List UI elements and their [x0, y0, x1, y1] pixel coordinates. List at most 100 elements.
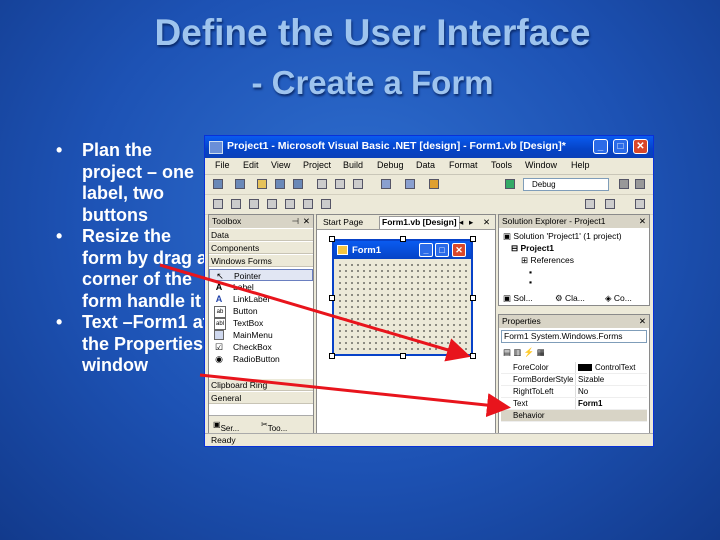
- resize-handle[interactable]: [329, 295, 335, 301]
- resize-handle[interactable]: [400, 236, 406, 242]
- checkbox-icon: ☑: [214, 342, 224, 352]
- toolbox-section-windows-forms[interactable]: Windows Forms: [209, 255, 313, 267]
- toolbar-overflow-icon[interactable]: [635, 199, 645, 209]
- form1-titlebar[interactable]: Form1 _ □ ✕: [334, 241, 471, 259]
- form-minimize-button[interactable]: _: [419, 243, 433, 257]
- undo-icon[interactable]: [381, 179, 391, 189]
- form1-client-area[interactable]: [337, 262, 468, 352]
- toolbox-section-general[interactable]: General: [209, 392, 313, 404]
- menu-data[interactable]: Data: [416, 160, 435, 170]
- tab-scroll-right-icon[interactable]: ▸: [469, 217, 473, 228]
- toolbox-item-pointer[interactable]: ↖ Pointer: [209, 269, 313, 281]
- tree-node-file[interactable]: ▪: [529, 277, 532, 287]
- minimize-button[interactable]: _: [593, 139, 608, 154]
- menu-tools[interactable]: Tools: [491, 160, 512, 170]
- property-row[interactable]: RightToLeft No: [501, 386, 647, 398]
- send-back-icon[interactable]: [605, 199, 615, 209]
- resize-handle[interactable]: [470, 236, 476, 242]
- same-size-icon[interactable]: [321, 199, 331, 209]
- redo-icon[interactable]: [405, 179, 415, 189]
- toolbox-section-clipboard[interactable]: Clipboard Ring: [209, 379, 313, 391]
- contents-tab[interactable]: ◈ Co...: [605, 293, 632, 304]
- tree-node-references[interactable]: ⊞ References: [521, 255, 574, 266]
- toolbox-item-label[interactable]: A Label: [209, 281, 313, 293]
- tree-node-solution[interactable]: ▣ Solution 'Project1' (1 project): [503, 231, 622, 242]
- tab-scroll-left-icon[interactable]: ◂: [459, 217, 463, 228]
- form1-window[interactable]: Form1 _ □ ✕: [332, 239, 473, 356]
- property-category[interactable]: Behavior: [501, 410, 647, 422]
- toolbox-item-button[interactable]: ab Button: [209, 305, 313, 318]
- toolbox-item-textbox[interactable]: abl TextBox: [209, 317, 313, 330]
- toolbox-item-linklabel[interactable]: A LinkLabel: [209, 293, 313, 305]
- object-select[interactable]: Form1 System.Windows.Forms: [501, 330, 647, 343]
- server-explorer-tab[interactable]: ▣ Ser...: [213, 420, 239, 433]
- tab-start-page[interactable]: Start Page: [323, 217, 363, 227]
- property-row-text[interactable]: Text Form1: [501, 398, 647, 410]
- bullet-dot-icon: •: [56, 226, 63, 246]
- menu-debug[interactable]: Debug: [377, 160, 404, 170]
- menu-edit[interactable]: Edit: [243, 160, 259, 170]
- menu-view[interactable]: View: [271, 160, 290, 170]
- close-button[interactable]: ✕: [633, 139, 648, 154]
- menu-file[interactable]: File: [215, 160, 230, 170]
- radiobutton-icon: ◉: [215, 354, 223, 364]
- resize-handle[interactable]: [470, 295, 476, 301]
- menu-format[interactable]: Format: [449, 160, 478, 170]
- align-top-icon[interactable]: [267, 199, 277, 209]
- resize-handle[interactable]: [400, 353, 406, 359]
- solution-tab[interactable]: ▣ Sol...: [503, 293, 533, 304]
- menu-project[interactable]: Project: [303, 160, 331, 170]
- form-close-button[interactable]: ✕: [452, 243, 466, 257]
- toolbox-item-radiobutton[interactable]: ◉ RadioButton: [209, 353, 313, 365]
- resize-handle[interactable]: [329, 353, 335, 359]
- open-icon[interactable]: [257, 179, 267, 189]
- property-row[interactable]: ForeColor ControlText: [501, 362, 647, 374]
- bring-front-icon[interactable]: [585, 199, 595, 209]
- copy-icon[interactable]: [335, 179, 345, 189]
- menu-help[interactable]: Help: [571, 160, 590, 170]
- resize-handle[interactable]: [470, 353, 476, 359]
- align-bottom-icon[interactable]: [303, 199, 313, 209]
- form-maximize-button[interactable]: □: [435, 243, 449, 257]
- toolbox-section-data[interactable]: Data: [209, 229, 313, 241]
- tree-node-file[interactable]: ▪: [529, 267, 532, 277]
- close-icon[interactable]: ✕: [639, 215, 646, 228]
- class-view-tab[interactable]: ⚙ Cla...: [555, 293, 585, 304]
- toolbox-item-checkbox[interactable]: ☑ CheckBox: [209, 341, 313, 353]
- window-titlebar[interactable]: Project1 - Microsoft Visual Basic .NET […: [205, 136, 653, 158]
- close-icon[interactable]: ✕: [639, 315, 646, 328]
- paste-icon[interactable]: [353, 179, 363, 189]
- align-right-icon[interactable]: [249, 199, 259, 209]
- new-project-icon[interactable]: [213, 179, 223, 189]
- resize-handle[interactable]: [329, 236, 335, 242]
- cut-icon[interactable]: [317, 179, 327, 189]
- property-row[interactable]: FormBorderStyle Sizable: [501, 374, 647, 386]
- categorized-icon[interactable]: ▤ ▥ ⚡ ▦: [503, 347, 545, 358]
- save-all-icon[interactable]: [293, 179, 303, 189]
- tab-form1-design[interactable]: Form1.vb [Design]: [379, 216, 460, 229]
- pin-icon[interactable]: ⊣: [292, 215, 299, 228]
- solution-config-select[interactable]: Debug: [523, 178, 609, 191]
- tools-icon[interactable]: [619, 179, 629, 189]
- toolbox-section-components[interactable]: Components: [209, 242, 313, 254]
- tree-node-project[interactable]: ⊟ Project1: [511, 243, 554, 254]
- form-icon: [337, 245, 348, 255]
- add-item-icon[interactable]: [235, 179, 245, 189]
- align-middle-icon[interactable]: [285, 199, 295, 209]
- menu-build[interactable]: Build: [343, 160, 363, 170]
- toolbox-tab[interactable]: ✂ Too...: [261, 420, 287, 433]
- align-center-icon[interactable]: [231, 199, 241, 209]
- menu-window[interactable]: Window: [525, 160, 557, 170]
- start-icon[interactable]: [505, 179, 515, 189]
- form1-title: Form1: [352, 245, 382, 256]
- toolbox-item-mainmenu[interactable]: MainMenu: [209, 329, 313, 341]
- linklabel-icon: A: [215, 294, 223, 304]
- toolbar-overflow-icon[interactable]: [635, 179, 645, 189]
- navigate-icon[interactable]: [429, 179, 439, 189]
- save-icon[interactable]: [275, 179, 285, 189]
- maximize-button[interactable]: □: [613, 139, 628, 154]
- align-left-icon[interactable]: [213, 199, 223, 209]
- slide-subtitle: - Create a Form: [251, 64, 494, 101]
- close-icon[interactable]: ✕: [483, 217, 490, 228]
- close-icon[interactable]: ✕: [303, 215, 310, 228]
